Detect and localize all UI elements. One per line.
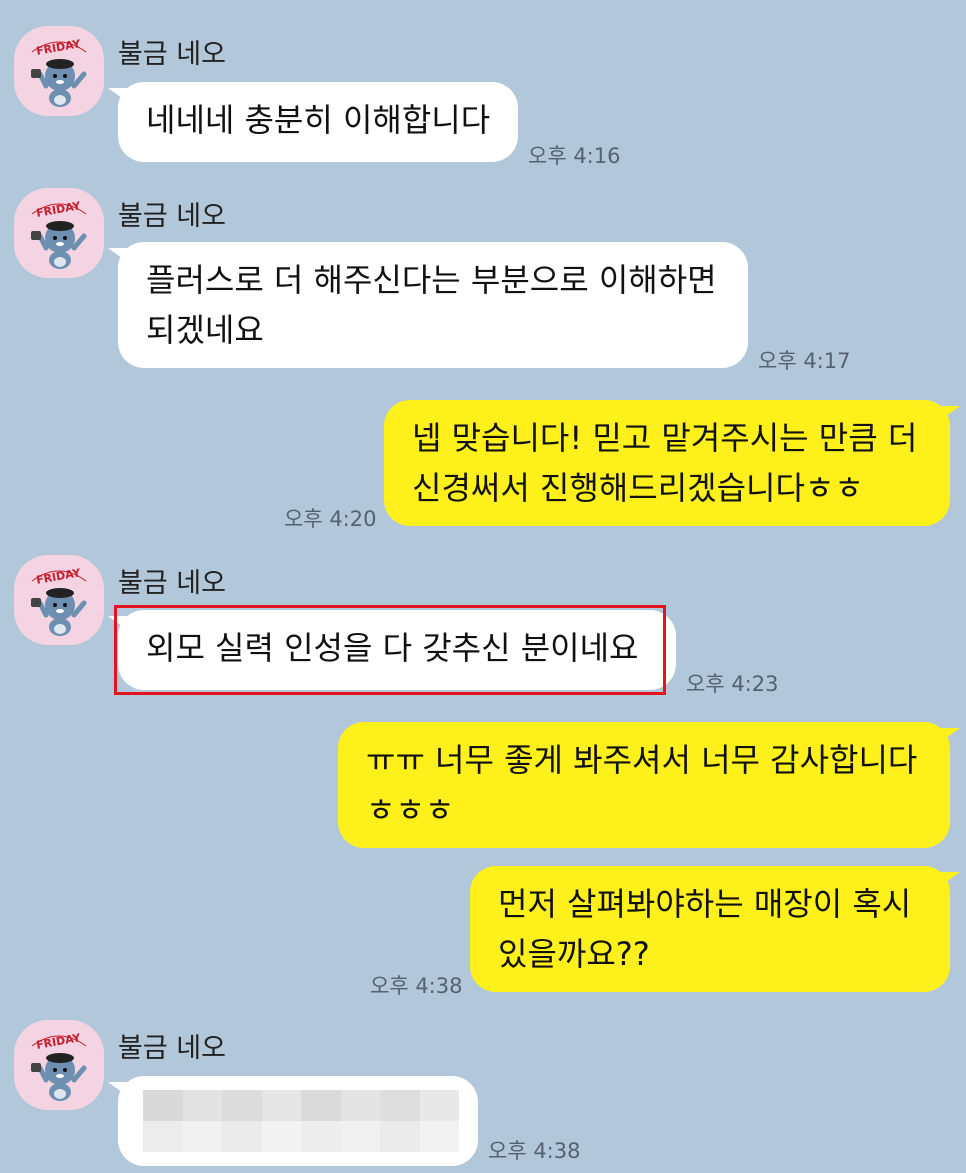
outgoing-message-bubble[interactable]: 넵 맞습니다! 믿고 맡겨주시는 만큼 더 신경써서 진행해드리겠습니다ㅎㅎ [384, 400, 960, 526]
message-line: 네네네 충분히 이해합니다 [146, 101, 491, 139]
outgoing-message-bubble[interactable]: ㅠㅠ 너무 좋게 봐주셔서 너무 감사합니다 ㅎㅎㅎ [338, 722, 960, 848]
sticker-text: FRIDAY [35, 37, 82, 58]
sticker-text: FRIDAY [35, 199, 82, 220]
incoming-message-bubble[interactable]: 외모 실력 인성을 다 갖추신 분이네요 [108, 610, 676, 690]
incoming-message-bubble[interactable]: 네네네 충분히 이해합니다 [108, 82, 518, 162]
chat-screen: { "chat": { "messages": [ { "sender": "불… [0, 0, 966, 1173]
blurred-content [143, 1090, 459, 1152]
sender-avatar[interactable]: FRIDAY [14, 188, 104, 278]
message-line: 외모 실력 인성을 다 갖추신 분이네요 [146, 629, 639, 667]
sender-name: 불금 네오 [118, 568, 226, 599]
sticker-text: FRIDAY [35, 1031, 82, 1052]
message-line: ㅎㅎㅎ [366, 791, 455, 829]
sticker-text: FRIDAY [35, 566, 82, 587]
message-line: 넵 맞습니다! 믿고 맡겨주시는 만큼 더 [412, 419, 918, 457]
sender-name: 불금 네오 [118, 201, 226, 232]
message-line: 먼저 살펴봐야하는 매장이 혹시 [498, 885, 912, 923]
neo-friday-avatar-icon: FRIDAY [31, 1031, 87, 1101]
message-timestamp: 오후 4:23 [686, 672, 779, 696]
sender-avatar[interactable]: FRIDAY [14, 26, 104, 116]
neo-friday-avatar-icon: FRIDAY [31, 566, 87, 636]
neo-friday-avatar-icon: FRIDAY [31, 199, 87, 269]
message-timestamp: 오후 4:20 [284, 507, 377, 531]
message-timestamp: 오후 4:17 [758, 349, 851, 373]
message-line: 신경써서 진행해드리겠습니다ㅎㅎ [412, 469, 864, 507]
message-line: ㅠㅠ 너무 좋게 봐주셔서 너무 감사합니다 [366, 741, 918, 779]
sender-name: 불금 네오 [118, 1033, 226, 1064]
message-line: 있을까요?? [498, 935, 650, 973]
sender-name: 불금 네오 [118, 39, 226, 70]
message-timestamp: 오후 4:38 [370, 974, 463, 998]
sender-avatar[interactable]: FRIDAY [14, 1020, 104, 1110]
neo-friday-avatar-icon: FRIDAY [31, 37, 87, 107]
message-timestamp: 오후 4:16 [528, 144, 621, 168]
outgoing-message-bubble[interactable]: 먼저 살펴봐야하는 매장이 혹시 있을까요?? [470, 866, 960, 992]
message-line: 되겠네요 [146, 311, 264, 349]
sender-avatar[interactable]: FRIDAY [14, 555, 104, 645]
incoming-message-bubble[interactable]: 플러스로 더 해주신다는 부분으로 이해하면 되겠네요 [108, 242, 748, 368]
message-line: 플러스로 더 해주신다는 부분으로 이해하면 [146, 261, 717, 299]
message-timestamp: 오후 4:38 [488, 1139, 581, 1163]
